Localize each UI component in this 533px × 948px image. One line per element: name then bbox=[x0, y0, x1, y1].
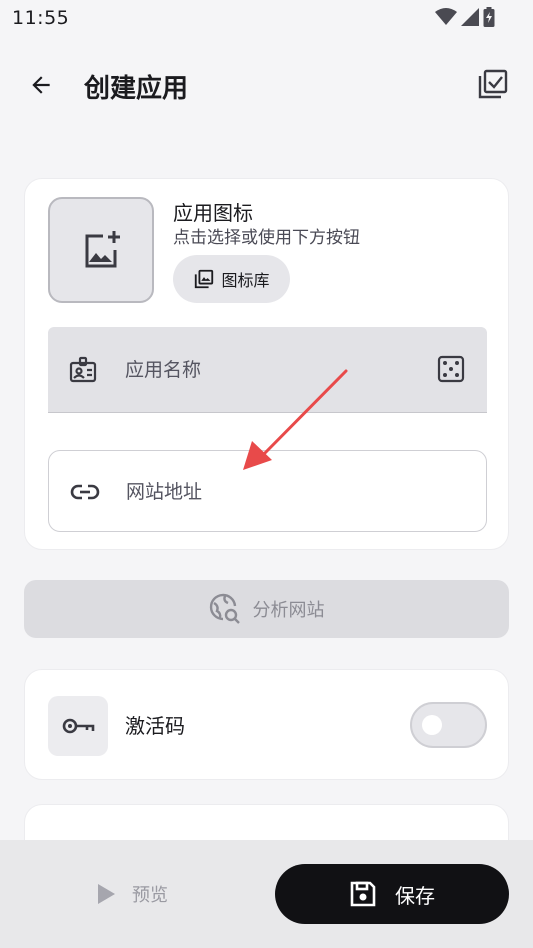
play-icon bbox=[98, 884, 115, 904]
status-time: 11:55 bbox=[12, 7, 70, 29]
app-info-card: 应用图标 点击选择或使用下方按钮 图标库 应用名称 网站地址 bbox=[24, 178, 509, 550]
analyze-website-button[interactable]: 分析网站 bbox=[24, 580, 509, 638]
bottom-action-bar: 预览 保存 bbox=[0, 840, 533, 948]
arrow-back-icon bbox=[32, 76, 50, 94]
photo-library-icon bbox=[195, 269, 214, 289]
analyze-website-label: 分析网站 bbox=[252, 600, 325, 621]
link-icon bbox=[70, 484, 100, 500]
select-all-button[interactable] bbox=[475, 66, 511, 102]
status-icons bbox=[435, 7, 495, 27]
battery-charging-icon bbox=[483, 7, 495, 27]
activation-card: 激活码 bbox=[24, 669, 509, 780]
activation-icon-box bbox=[48, 696, 108, 756]
icon-gallery-label: 图标库 bbox=[221, 271, 270, 290]
icon-section-title: 应用图标 bbox=[173, 201, 253, 225]
toggle-knob bbox=[422, 715, 442, 735]
app-name-placeholder: 应用名称 bbox=[125, 359, 202, 381]
app-icon-picker[interactable] bbox=[48, 197, 154, 303]
save-label: 保存 bbox=[395, 883, 435, 908]
app-bar: 创建应用 bbox=[0, 56, 533, 112]
icon-gallery-button[interactable]: 图标库 bbox=[173, 255, 290, 303]
select-all-icon bbox=[478, 69, 508, 99]
page-title: 创建应用 bbox=[84, 74, 189, 104]
dice-icon[interactable] bbox=[437, 355, 465, 383]
preview-label: 预览 bbox=[132, 885, 168, 906]
badge-icon bbox=[69, 356, 97, 383]
activation-label: 激活码 bbox=[125, 714, 185, 738]
website-url-placeholder: 网站地址 bbox=[126, 481, 203, 503]
activation-toggle[interactable] bbox=[410, 702, 487, 748]
app-name-field[interactable]: 应用名称 bbox=[48, 327, 487, 413]
icon-section-subtitle: 点击选择或使用下方按钮 bbox=[173, 228, 360, 248]
key-icon bbox=[62, 718, 95, 734]
signal-icon bbox=[461, 8, 479, 26]
back-button[interactable] bbox=[24, 68, 58, 102]
website-url-field[interactable]: 网站地址 bbox=[48, 450, 487, 532]
wifi-icon bbox=[435, 8, 457, 25]
preview-button[interactable]: 预览 bbox=[96, 874, 168, 914]
add-photo-icon bbox=[85, 231, 120, 268]
save-icon bbox=[350, 881, 376, 907]
save-button[interactable]: 保存 bbox=[275, 864, 509, 924]
status-bar: 11:55 bbox=[0, 0, 533, 36]
travel-explore-icon bbox=[209, 593, 240, 624]
